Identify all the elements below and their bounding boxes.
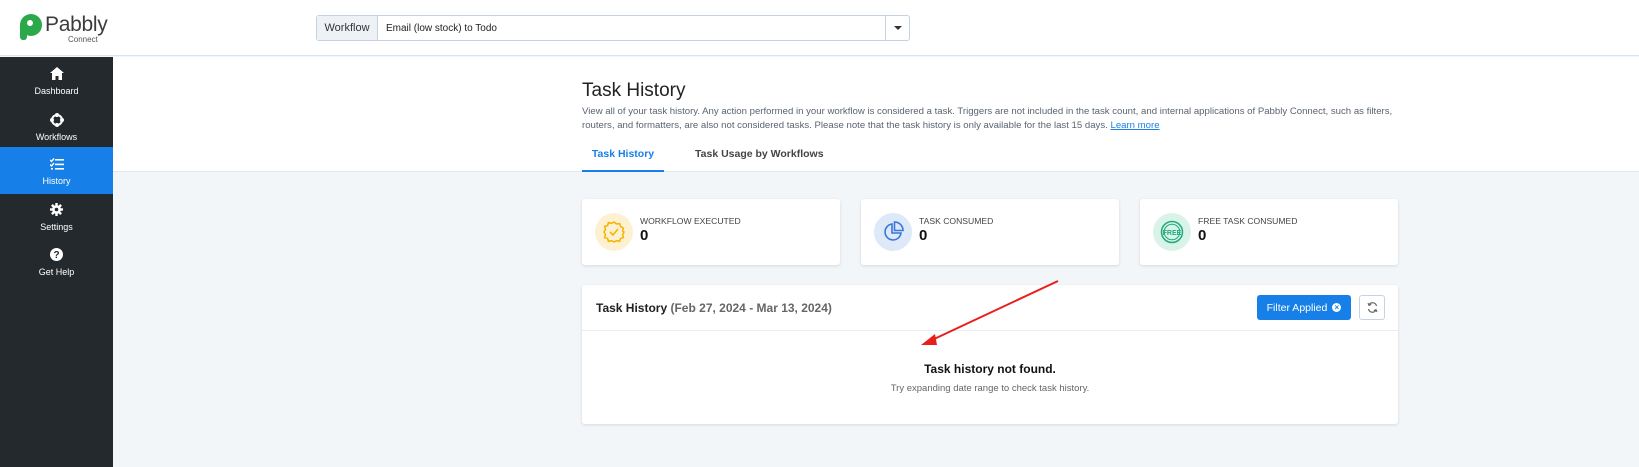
sidebar-item-history[interactable]: History (0, 147, 113, 194)
sidebar-item-label: Settings (40, 221, 73, 232)
empty-state-title: Task history not found. (924, 362, 1056, 376)
pabbly-connect-logo[interactable]: Pabbly Connect (20, 12, 120, 46)
help-icon: ? (49, 247, 65, 263)
stat-value: 0 (640, 227, 649, 244)
refresh-icon (1366, 302, 1378, 313)
sidebar-item-workflows[interactable]: Workflows (0, 103, 113, 150)
sidebar-item-get-help[interactable]: ? Get Help (0, 238, 113, 285)
panel-title-text: Task History (596, 301, 668, 315)
stat-card-free-task-consumed: FREE FREE TASK CONSUMED 0 (1140, 199, 1398, 265)
badge-check-icon (595, 213, 633, 251)
empty-state-subtitle: Try expanding date range to check task h… (890, 383, 1090, 394)
sidebar-item-label: Dashboard (34, 85, 79, 96)
tab-task-usage-by-workflows[interactable]: Task Usage by Workflows (695, 148, 824, 172)
close-icon[interactable]: × (1332, 303, 1342, 312)
panel-header: Task History (Feb 27, 2024 - Mar 13, 202… (582, 285, 1398, 331)
sidebar-item-settings[interactable]: Settings (0, 193, 113, 240)
workflow-select-value[interactable]: Email (low stock) to Todo (378, 16, 885, 40)
free-badge-icon: FREE (1153, 213, 1191, 251)
page-description: View all of your task history. Any actio… (582, 105, 1402, 132)
chevron-down-icon[interactable] (885, 16, 909, 40)
date-range: (Feb 27, 2024 - Mar 13, 2024) (670, 301, 832, 315)
workflow-select-label: Workflow (317, 16, 378, 40)
stat-value: 0 (1198, 227, 1207, 244)
svg-text:?: ? (53, 250, 59, 261)
sidebar-item-dashboard[interactable]: Dashboard (0, 57, 113, 104)
stat-card-workflow-executed: WORKFLOW EXECUTED 0 (582, 199, 840, 265)
stat-label: FREE TASK CONSUMED (1198, 216, 1298, 226)
stat-label: WORKFLOW EXECUTED (640, 216, 741, 226)
sidebar: Dashboard Workflows History Settings ? G… (0, 57, 113, 467)
filter-button-label: Filter Applied (1266, 301, 1328, 314)
page-title: Task History (582, 80, 686, 101)
logo-subtext: Connect (68, 35, 98, 44)
pie-chart-icon (874, 213, 912, 251)
task-history-panel: Task History (Feb 27, 2024 - Mar 13, 202… (582, 285, 1398, 424)
top-header: Pabbly Connect Workflow Email (low stock… (0, 0, 1639, 56)
tab-task-history[interactable]: Task History (582, 148, 664, 172)
logo-mark (20, 14, 42, 36)
workflows-icon (49, 112, 65, 128)
history-list-icon (49, 156, 65, 172)
svg-text:FREE: FREE (1163, 230, 1182, 237)
learn-more-link[interactable]: Learn more (1110, 120, 1159, 131)
stat-value: 0 (919, 227, 928, 244)
sidebar-item-label: History (42, 175, 71, 186)
home-icon (49, 66, 65, 82)
page-description-text: View all of your task history. Any actio… (582, 106, 1393, 131)
stat-label: TASK CONSUMED (919, 216, 994, 226)
stat-card-task-consumed: TASK CONSUMED 0 (861, 199, 1119, 265)
sidebar-item-label: Get Help (38, 266, 75, 277)
gear-icon (49, 202, 65, 218)
filter-applied-button[interactable]: Filter Applied × (1257, 295, 1351, 320)
workflow-select[interactable]: Workflow Email (low stock) to Todo (316, 15, 910, 41)
refresh-button[interactable] (1359, 295, 1385, 320)
logo-text: Pabbly (45, 13, 108, 36)
sidebar-item-label: Workflows (35, 131, 78, 142)
panel-title: Task History (Feb 27, 2024 - Mar 13, 202… (596, 301, 832, 315)
